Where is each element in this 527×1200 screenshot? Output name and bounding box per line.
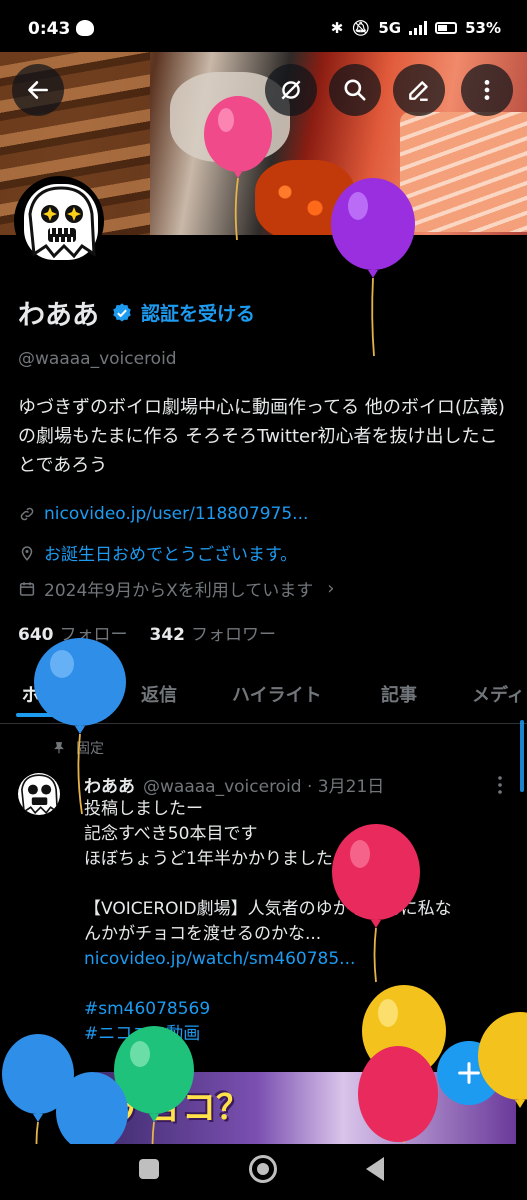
profile-avatar[interactable] [14,176,104,266]
tab-posts[interactable]: ポスト [22,681,76,707]
banner-salmon [400,112,527,232]
ghost-face-icon [21,774,59,815]
follow-stats: 640 フォロー 342 フォロワー [18,620,298,645]
grok-icon [281,80,301,100]
tweet-author[interactable]: わああ [84,772,135,797]
location-row: お誕生日おめでとうございます。 [18,540,297,565]
network-label: 5G [378,19,402,37]
home-button[interactable] [249,1155,277,1183]
system-back-button[interactable] [366,1157,384,1181]
joined-row[interactable]: 2024年9月からXを利用しています › [18,576,334,601]
status-bar: 0:43 ✱ 🔕︎ 5G 53% [0,0,527,52]
battery-icon [435,22,458,34]
app-notification-icon [76,20,94,36]
profile-name-row: わああ 認証を受ける [18,293,255,332]
more-vertical-icon [484,80,490,100]
joined-text: 2024年9月からXを利用しています [44,581,314,601]
verified-check-icon[interactable] [111,302,133,324]
display-name: わああ [18,300,99,331]
scrollbar-thumb[interactable] [520,720,524,792]
tweet-line: 投稿しましたー [84,799,203,819]
tweet-line: ほぼちょうど1年半かかりました [84,849,333,869]
tab-highlights[interactable]: ハイライト [232,681,322,707]
bluetooth-icon: ✱ [330,19,344,37]
ghost-avatar-image [24,184,98,260]
location-text: お誕生日おめでとうございます。 [44,545,298,565]
tweet-header: わああ @waaaa_voiceroid · 3月21日 [84,772,384,797]
pin-icon [54,742,64,754]
tweet-line: 記念すべき50本目です [84,824,258,844]
status-time: 0:43 [28,19,71,39]
website-row[interactable]: nicovideo.jp/user/118807975... [18,504,308,524]
edit-icon [409,81,428,101]
get-verified-link[interactable]: 認証を受ける [141,299,255,326]
followers-label[interactable]: フォロワー [191,625,276,645]
edit-profile-button[interactable] [393,64,445,116]
tab-media[interactable]: メディ [472,681,525,707]
tweet-handle-date[interactable]: @waaaa_voiceroid · 3月21日 [143,772,384,797]
signal-icon [409,21,428,35]
pinned-label: 固定 [52,738,104,758]
tweet-link[interactable]: nicovideo.jp/watch/sm460785... [84,947,514,972]
grok-button[interactable] [265,64,317,116]
tweet-line: 【VOICEROID劇場】人気者のゆかりさんに私な [84,899,452,919]
mute-icon: 🔕︎ [351,19,371,37]
tweet-hashtag[interactable]: #sm46078569 [84,997,514,1022]
plus-icon [458,1062,480,1084]
recent-apps-button[interactable] [139,1159,159,1179]
website-link[interactable]: nicovideo.jp/user/118807975... [44,504,308,524]
tweet-line: んかがチョコを渡せるのかな... [84,924,322,944]
link-icon [20,507,34,521]
profile-bio: ゆづきずのボイロ劇場中心に動画作ってる 他のボイロ(広義)の劇場もたまに作る そ… [18,397,505,476]
tweet-more-icon[interactable] [488,773,512,797]
compose-post-button[interactable] [437,1041,501,1105]
tweet-body[interactable]: 投稿しましたー 記念すべき50本目です ほぼちょうど1年半かかりました 【VOI… [84,797,514,1047]
tab-replies[interactable]: 返信 [141,681,177,707]
battery-percent: 53% [465,19,501,37]
location-pin-icon [21,545,33,561]
calendar-icon [19,581,35,596]
chevron-right-icon: › [327,578,335,599]
active-tab-indicator [16,713,92,717]
tweet-hashtag[interactable]: #ニコニコ動画 [84,1022,514,1047]
tweet-avatar[interactable] [18,773,60,815]
search-button[interactable] [329,64,381,116]
arrow-left-icon [28,81,48,99]
profile-handle: @waaaa_voiceroid [18,349,177,369]
ghost-face-icon [28,186,96,259]
status-indicators: ✱ 🔕︎ 5G 53% [331,19,501,37]
system-nav-bar [0,1144,527,1200]
banner-roe [255,160,355,235]
following-count[interactable]: 640 [18,625,54,645]
thumbnail-title: チョコ？ [114,1088,250,1128]
tab-articles[interactable]: 記事 [381,681,417,707]
pinned-text: 固定 [76,741,104,757]
search-icon [344,79,366,101]
following-label[interactable]: フォロー [60,625,128,645]
followers-count[interactable]: 342 [150,625,186,645]
back-button[interactable] [12,64,64,116]
more-button[interactable] [461,64,513,116]
